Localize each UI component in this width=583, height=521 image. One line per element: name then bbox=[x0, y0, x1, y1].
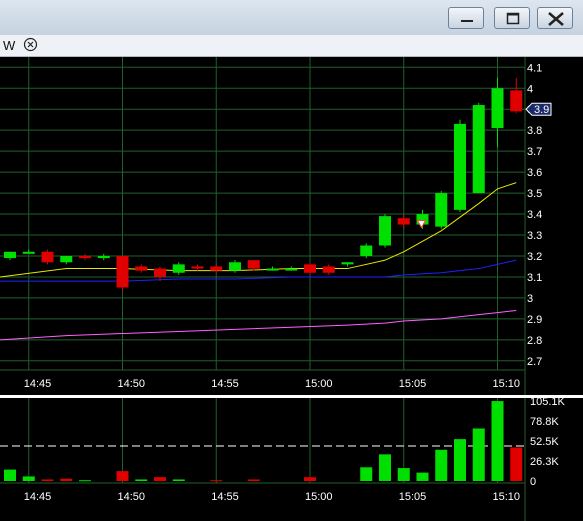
candle-body bbox=[210, 266, 223, 271]
candle-body bbox=[322, 266, 335, 273]
volume-time-tick-label: 14:55 bbox=[211, 491, 239, 503]
price-tick-label: 2.7 bbox=[527, 356, 542, 368]
volume-bar bbox=[22, 476, 35, 481]
volume-tick-label: 105.1K bbox=[530, 396, 566, 408]
candle-body bbox=[304, 264, 316, 273]
volume-bar bbox=[454, 439, 466, 481]
price-tick-label: 4.1 bbox=[527, 62, 542, 74]
candle-body bbox=[266, 268, 279, 271]
close-circle-icon[interactable] bbox=[23, 37, 38, 52]
volume-bar bbox=[60, 478, 73, 481]
volume-time-tick-label: 15:05 bbox=[399, 491, 427, 503]
time-tick-label: 15:05 bbox=[399, 378, 427, 390]
volume-bar bbox=[210, 480, 223, 482]
time-tick-label: 15:00 bbox=[305, 378, 333, 390]
volume-bar bbox=[491, 401, 504, 481]
volume-bar bbox=[510, 447, 523, 481]
volume-bar bbox=[172, 479, 185, 481]
price-tick-label: 3.2 bbox=[527, 251, 542, 263]
price-tick-label: 3.5 bbox=[527, 188, 542, 200]
candle-body bbox=[191, 266, 204, 269]
candle-body bbox=[97, 255, 110, 259]
volume-tick-label: 26.3K bbox=[530, 456, 559, 468]
price-tick-label: 3.8 bbox=[527, 125, 542, 137]
price-tick-label: 3.6 bbox=[527, 167, 542, 179]
candle-body bbox=[379, 216, 391, 246]
candle-body bbox=[247, 260, 260, 269]
price-tick-label: 3.4 bbox=[527, 209, 542, 221]
minimize-button[interactable] bbox=[448, 7, 484, 29]
volume-tick-label: 78.8K bbox=[530, 416, 559, 428]
maximize-icon bbox=[506, 12, 520, 25]
candle-body bbox=[229, 262, 241, 271]
candle-body bbox=[172, 264, 185, 273]
volume-bar bbox=[79, 480, 91, 482]
maximize-button[interactable] bbox=[494, 7, 530, 29]
price-tick-label: 2.9 bbox=[527, 314, 542, 326]
candle-body bbox=[435, 193, 448, 227]
toolbar-label: W bbox=[3, 38, 16, 53]
volume-bar bbox=[397, 468, 410, 481]
time-tick-label: 14:45 bbox=[24, 378, 52, 390]
candle-body bbox=[79, 255, 91, 259]
time-tick-label: 14:50 bbox=[118, 378, 146, 390]
close-window-button[interactable] bbox=[537, 7, 573, 29]
price-tick-label: 3.3 bbox=[527, 230, 542, 242]
volume-time-tick-label: 15:10 bbox=[493, 491, 521, 503]
candle-body bbox=[491, 88, 504, 129]
volume-tick-label: 52.5K bbox=[530, 436, 559, 448]
volume-tick-label: 0 bbox=[530, 476, 536, 488]
price-tick-label: 3 bbox=[527, 293, 533, 305]
candle-body bbox=[116, 255, 129, 288]
volume-bar bbox=[304, 477, 316, 481]
candle-body bbox=[454, 123, 466, 210]
candle-body bbox=[135, 266, 148, 271]
volume-bar bbox=[379, 454, 391, 481]
price-tick-label: 3.7 bbox=[527, 146, 542, 158]
candle-body bbox=[60, 255, 73, 263]
volume-bar bbox=[135, 479, 148, 481]
candle-body bbox=[22, 251, 35, 254]
candle-body bbox=[341, 262, 354, 265]
volume-pane: 105.1K 78.8K 52.5K 26.3K 0 14:45 14:50 14:55 15:… bbox=[0, 396, 583, 521]
candle-body bbox=[360, 245, 373, 256]
title-bar bbox=[0, 0, 583, 35]
minimize-icon bbox=[461, 20, 473, 22]
stock-chart[interactable]: 4.1 43.9 3.8 3.7 3.6 3.5 3.4 3.3 3.2 3.1 3 2.9 2.8 2.… bbox=[0, 57, 583, 521]
candle-body bbox=[154, 268, 166, 277]
price-pane: 4.1 43.9 3.8 3.7 3.6 3.5 3.4 3.3 3.2 3.1 3 2.9 2.8 2.… bbox=[0, 57, 583, 395]
volume-bar bbox=[116, 471, 129, 481]
candle-body bbox=[285, 268, 298, 271]
price-tick-label: 2.8 bbox=[527, 335, 542, 347]
candle-body bbox=[510, 90, 523, 112]
price-tick-label: 3.1 bbox=[527, 272, 542, 284]
volume-time-tick-label: 15:00 bbox=[305, 491, 333, 503]
volume-bar bbox=[435, 449, 448, 481]
price-tick-label: 4 bbox=[527, 83, 533, 95]
volume-bar bbox=[360, 467, 373, 481]
candle-body bbox=[41, 251, 54, 263]
chart-toolbar: W bbox=[0, 35, 583, 57]
current-price-label: 3.9 bbox=[534, 104, 549, 116]
volume-bar bbox=[4, 469, 16, 481]
volume-time-tick-label: 14:50 bbox=[118, 491, 146, 503]
candle-body bbox=[397, 218, 410, 225]
candle-body bbox=[472, 105, 485, 194]
time-tick-label: 15:10 bbox=[493, 378, 521, 390]
time-tick-label: 14:55 bbox=[211, 378, 239, 390]
candle-body bbox=[4, 251, 16, 259]
volume-bar bbox=[247, 479, 260, 481]
volume-time-tick-label: 14:45 bbox=[24, 491, 52, 503]
volume-bar bbox=[472, 428, 485, 481]
volume-bar bbox=[41, 479, 54, 481]
close-icon bbox=[548, 12, 564, 26]
volume-bar bbox=[416, 472, 429, 481]
volume-bar bbox=[154, 477, 166, 481]
